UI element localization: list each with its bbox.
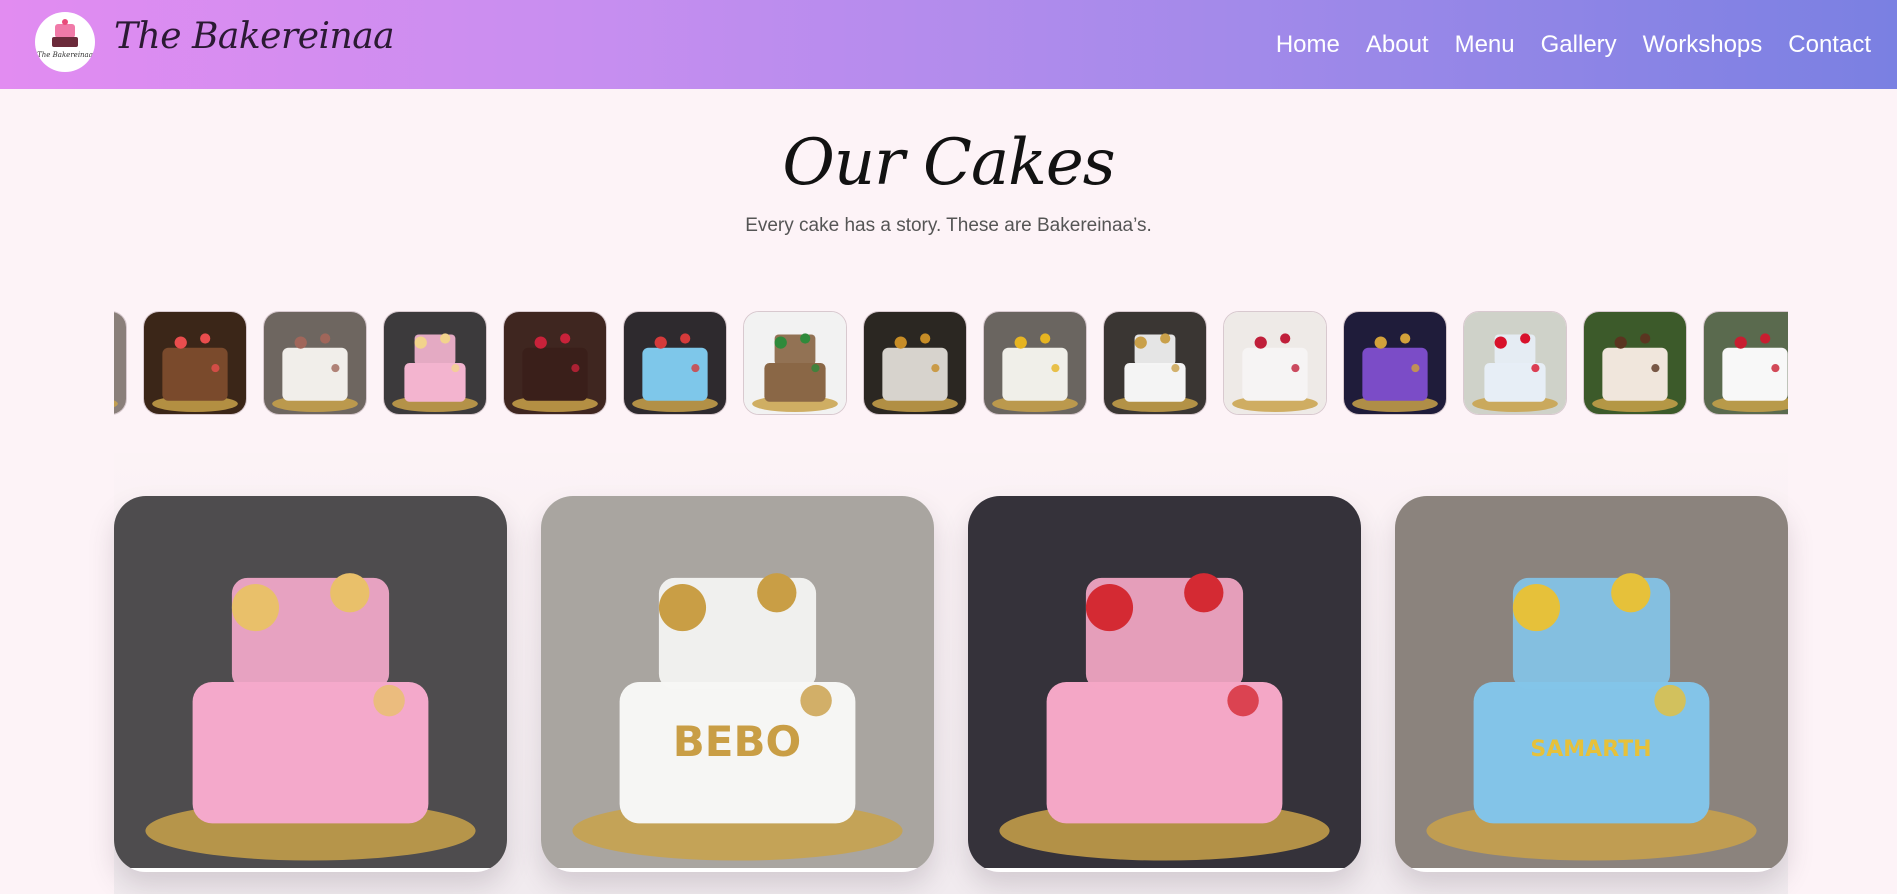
cake-thumbnail[interactable] xyxy=(863,311,967,415)
fashion-cake-photo-icon xyxy=(968,496,1361,868)
cake-photo-icon xyxy=(984,312,1086,414)
cake-photo-icon xyxy=(1464,312,1566,414)
cake-thumbnail[interactable] xyxy=(1343,311,1447,415)
cake-thumbnail[interactable] xyxy=(1703,311,1788,415)
brand-logo[interactable]: The Bakereinaa xyxy=(35,12,95,72)
money-birthday-cake-photo-icon: BEBO xyxy=(541,496,934,868)
cake-card[interactable] xyxy=(968,496,1361,872)
cake-thumbnail-carousel[interactable] xyxy=(114,311,1788,415)
cake-photo-icon xyxy=(624,312,726,414)
chocolate-box-photo-icon xyxy=(144,312,246,414)
cake-thumbnail[interactable] xyxy=(1583,311,1687,415)
cake-thumbnail[interactable] xyxy=(983,311,1087,415)
nav-link-menu[interactable]: Menu xyxy=(1455,31,1515,59)
nav-link-about[interactable]: About xyxy=(1366,31,1429,59)
cake-thumbnail[interactable] xyxy=(1223,311,1327,415)
nav-link-home[interactable]: Home xyxy=(1276,31,1340,59)
cake-thumbnail[interactable] xyxy=(623,311,727,415)
nav-link-contact[interactable]: Contact xyxy=(1788,31,1871,59)
cake-photo-icon xyxy=(1224,312,1326,414)
cake-logo-icon: The Bakereinaa xyxy=(37,19,93,59)
cake-thumbnail[interactable] xyxy=(263,311,367,415)
svg-text:The Bakereinaa: The Bakereinaa xyxy=(37,51,93,59)
cake-card[interactable]: BEBO xyxy=(541,496,934,872)
cake-photo-icon xyxy=(744,312,846,414)
cake-photo-icon xyxy=(1104,312,1206,414)
donut-drip-cake-photo-icon xyxy=(114,496,507,868)
cake-thumbnail[interactable] xyxy=(114,311,127,415)
cake-photo-icon xyxy=(1704,312,1788,414)
section-title: Our Cakes xyxy=(782,126,1115,200)
nav-link-workshops[interactable]: Workshops xyxy=(1643,31,1763,59)
cake-thumbnail[interactable] xyxy=(1103,311,1207,415)
cake-thumbnail[interactable] xyxy=(743,311,847,415)
top-navbar: The Bakereinaa The Bakereinaa Home About… xyxy=(0,0,1897,89)
cake-photo-icon xyxy=(264,312,366,414)
cake-photo-icon xyxy=(114,312,126,414)
cake-thumbnail[interactable] xyxy=(503,311,607,415)
cake-photo-icon xyxy=(1344,312,1446,414)
cake-photo-icon xyxy=(384,312,486,414)
cake-photo-icon xyxy=(504,312,606,414)
cake-thumbnail[interactable] xyxy=(1463,311,1567,415)
cake-photo-icon xyxy=(1584,312,1686,414)
cake-photo-icon xyxy=(864,312,966,414)
nav-link-gallery[interactable]: Gallery xyxy=(1541,31,1617,59)
cake-thumbnail[interactable] xyxy=(143,311,247,415)
cake-thumbnail[interactable] xyxy=(383,311,487,415)
nav-menu: Home About Menu Gallery Workshops Contac… xyxy=(1276,0,1871,89)
balloon-birthday-cake-photo-icon: SAMARTH xyxy=(1395,496,1788,868)
cake-topper-text: BEBO xyxy=(673,717,801,766)
cake-topper-text: SAMARTH xyxy=(1530,737,1651,762)
section-subtitle: Every cake has a story. These are Bakere… xyxy=(745,215,1152,236)
brand-name[interactable]: The Bakereinaa xyxy=(114,16,395,57)
cake-card[interactable] xyxy=(114,496,507,872)
cake-card[interactable]: SAMARTH xyxy=(1395,496,1788,872)
